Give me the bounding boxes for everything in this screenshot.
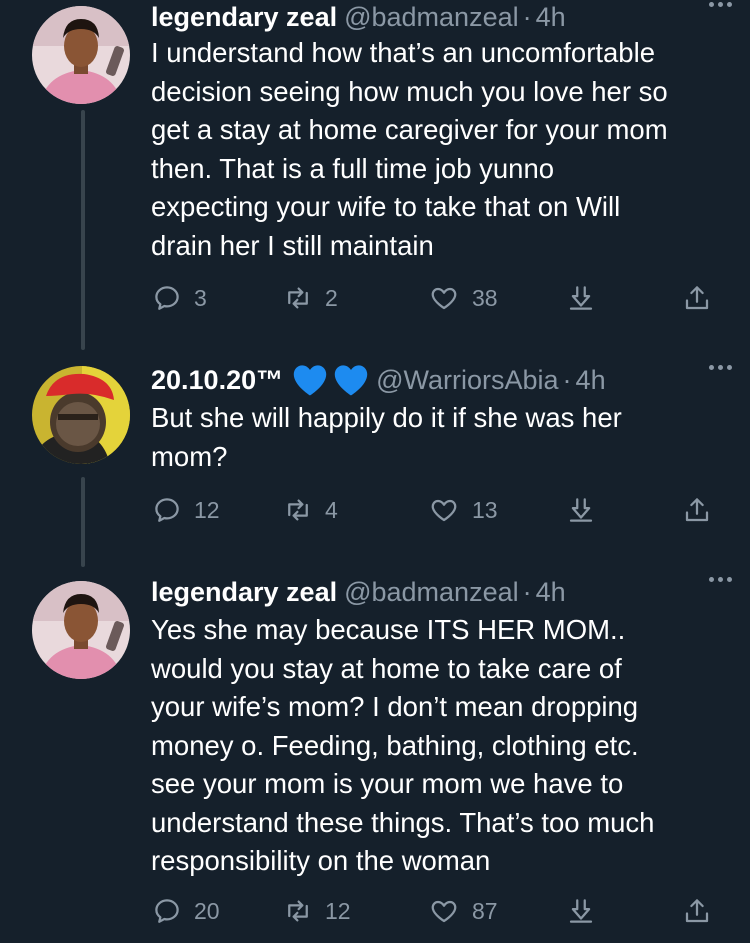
reply-icon bbox=[155, 498, 179, 522]
timestamp[interactable]: 4h bbox=[576, 365, 606, 396]
retweet-icon bbox=[288, 287, 308, 309]
tweet-header: legendary zeal @badmanzeal · 4h bbox=[151, 575, 750, 609]
tweet-text-line: I understand how that’s an uncomfortable bbox=[151, 37, 655, 68]
share-button[interactable] bbox=[682, 278, 712, 318]
tweet-text-line: expecting your wife to take that on Will bbox=[151, 191, 621, 222]
retweet-button[interactable]: 2 bbox=[283, 278, 338, 318]
tweet-text-line: your wife’s mom? I don’t mean dropping bbox=[151, 691, 639, 722]
reply-icon bbox=[155, 899, 179, 923]
more-options-icon[interactable] bbox=[709, 2, 732, 7]
share-icon bbox=[685, 899, 709, 923]
tweet-text-line: mom? bbox=[151, 440, 228, 472]
tweet-header: legendary zeal @badmanzeal · 4h bbox=[151, 0, 750, 34]
bookmark-button[interactable] bbox=[566, 891, 596, 931]
action-bar: 12 4 13 bbox=[150, 490, 720, 530]
avatar-photo-icon bbox=[32, 6, 130, 104]
share-icon bbox=[685, 498, 709, 522]
like-button[interactable]: 13 bbox=[428, 490, 498, 530]
more-options-icon[interactable] bbox=[709, 577, 732, 582]
separator: · bbox=[562, 364, 572, 395]
like-button[interactable]: 38 bbox=[428, 278, 498, 318]
separator: · bbox=[522, 1, 532, 32]
reply-button[interactable]: 12 bbox=[152, 490, 220, 530]
tweet-text-line: decision seeing how much you love her so bbox=[151, 75, 668, 107]
tweet-text-line: see your mom is your mom we have to bbox=[151, 768, 624, 799]
reply-icon bbox=[155, 286, 179, 310]
bookmark-button[interactable] bbox=[566, 278, 596, 318]
retweet-button[interactable]: 4 bbox=[283, 490, 338, 530]
reply-button[interactable]: 20 bbox=[152, 891, 220, 931]
tweet-text-line: would you stay at home to take care of bbox=[151, 652, 622, 684]
tweet-text-line: drain her I still maintain bbox=[151, 229, 434, 261]
like-count: 13 bbox=[472, 496, 498, 523]
display-name[interactable]: 20.10.20™ bbox=[151, 365, 283, 396]
tweet-3[interactable]: legendary zeal @badmanzeal · 4h Yes she … bbox=[0, 575, 750, 943]
more-options-icon[interactable] bbox=[709, 365, 732, 370]
share-button[interactable] bbox=[682, 891, 712, 931]
reply-count: 20 bbox=[194, 897, 220, 924]
bookmark-icon bbox=[569, 498, 593, 522]
avatar[interactable] bbox=[32, 6, 130, 104]
user-handle[interactable]: @WarriorsAbia bbox=[376, 365, 558, 396]
user-handle[interactable]: @badmanzeal bbox=[344, 577, 519, 608]
tweet-text-line: But she will happily do it if she was he… bbox=[151, 402, 622, 433]
action-bar: 20 12 87 bbox=[150, 891, 720, 931]
like-count: 38 bbox=[472, 284, 498, 311]
name-emoji bbox=[291, 363, 370, 397]
like-count: 87 bbox=[472, 897, 498, 924]
tweet-text-line: responsibility on the woman bbox=[151, 845, 491, 876]
tweet-1[interactable]: legendary zeal @badmanzeal · 4h I unders… bbox=[0, 0, 750, 330]
bookmark-icon bbox=[569, 899, 593, 923]
tweet-text-line: Yes she may because ITS HER MOM.. bbox=[151, 614, 626, 645]
retweet-icon bbox=[288, 900, 308, 922]
reply-count: 12 bbox=[194, 496, 220, 523]
tweet-2[interactable]: 20.10.20™ @WarriorsAbia · 4h But she wil… bbox=[0, 360, 750, 560]
bookmark-button[interactable] bbox=[566, 490, 596, 530]
avatar-photo-icon bbox=[32, 366, 130, 464]
retweet-count: 2 bbox=[325, 284, 338, 311]
tweet-text-line: get a stay at home caregiver for your mo… bbox=[151, 114, 668, 145]
tweet-text-line: understand these things. That’s too much bbox=[151, 806, 655, 838]
separator: · bbox=[522, 576, 532, 607]
tweet-text: But she will happily do it if she was he… bbox=[151, 399, 736, 476]
display-name[interactable]: legendary zeal bbox=[151, 2, 337, 33]
timestamp[interactable]: 4h bbox=[536, 2, 566, 33]
heart-icon bbox=[431, 287, 457, 310]
heart-icon bbox=[431, 499, 457, 522]
tweet-text: I understand how that’s an uncomfortable… bbox=[151, 34, 736, 265]
display-name[interactable]: legendary zeal bbox=[151, 577, 337, 608]
share-button[interactable] bbox=[682, 490, 712, 530]
user-handle[interactable]: @badmanzeal bbox=[344, 2, 519, 33]
avatar[interactable] bbox=[32, 581, 130, 679]
share-icon bbox=[685, 286, 709, 310]
avatar[interactable] bbox=[32, 366, 130, 464]
tweet-text: Yes she may because ITS HER MOM.. would … bbox=[151, 611, 736, 881]
tweet-text-line: then. That is a full time job yunno bbox=[151, 152, 555, 184]
retweet-count: 12 bbox=[325, 897, 351, 924]
avatar-photo-icon bbox=[32, 581, 130, 679]
retweet-button[interactable]: 12 bbox=[283, 891, 351, 931]
retweet-icon bbox=[288, 499, 308, 521]
retweet-count: 4 bbox=[325, 496, 338, 523]
tweet-text-line: money o. Feeding, bathing, clothing etc. bbox=[151, 729, 639, 761]
bookmark-icon bbox=[569, 286, 593, 310]
blue-heart-icon bbox=[293, 365, 327, 396]
like-button[interactable]: 87 bbox=[428, 891, 498, 931]
reply-count: 3 bbox=[194, 284, 207, 311]
tweet-header: 20.10.20™ @WarriorsAbia · 4h bbox=[151, 363, 750, 397]
timestamp[interactable]: 4h bbox=[536, 577, 566, 608]
reply-button[interactable]: 3 bbox=[152, 278, 207, 318]
blue-heart-icon bbox=[334, 365, 368, 396]
heart-icon bbox=[431, 900, 457, 923]
action-bar: 3 2 38 bbox=[150, 278, 720, 318]
